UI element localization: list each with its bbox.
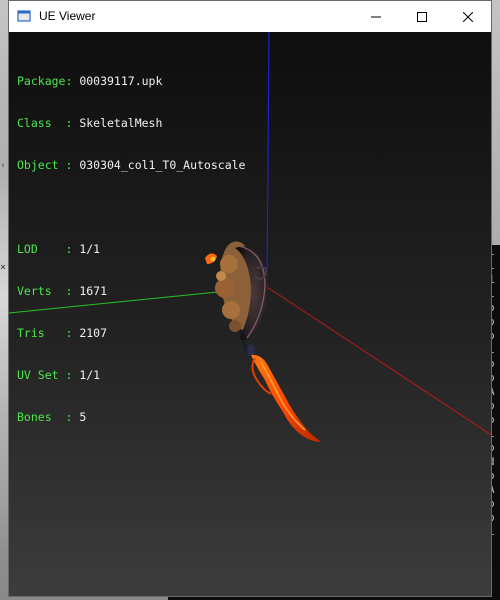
x-axis-line <box>266 286 491 436</box>
package-value: 00039117.upk <box>79 74 163 88</box>
object-value: 030304_col1_T0_Autoscale <box>79 158 246 172</box>
tris-value: 2107 <box>79 326 108 340</box>
desktop-artifact: × <box>0 262 7 273</box>
ue-viewer-window[interactable]: UE Viewer Package: 00039117.upk Class: … <box>8 0 492 597</box>
package-label: Package: <box>17 74 80 88</box>
bones-label: Bones : <box>17 410 80 424</box>
minimize-button[interactable] <box>353 1 399 32</box>
verts-value: 1671 <box>79 284 108 298</box>
mesh-flame-tassel <box>251 354 321 442</box>
title-bar[interactable]: UE Viewer <box>9 1 491 32</box>
uvset-value: 1/1 <box>79 368 101 382</box>
lod-label: LOD : <box>17 242 80 256</box>
uvset-label: UV Set : <box>17 368 80 382</box>
tris-label: Tris : <box>17 326 80 340</box>
desktop-artifact: ' <box>0 163 7 174</box>
window-title: UE Viewer <box>39 9 96 23</box>
mesh-info-overlay: Package: 00039117.upk Class : SkeletalMe… <box>17 46 245 452</box>
bones-value: 5 <box>79 410 87 424</box>
verts-label: Verts : <box>17 284 80 298</box>
maximize-button[interactable] <box>399 1 445 32</box>
close-icon <box>463 11 473 22</box>
object-label: Object : <box>17 158 80 172</box>
mesh-tassel-bead <box>247 344 255 356</box>
class-label: Class : <box>17 116 80 130</box>
minimize-icon <box>371 16 381 17</box>
class-value: SkeletalMesh <box>79 116 163 130</box>
app-icon <box>17 10 31 22</box>
maximize-icon <box>417 11 427 22</box>
3d-viewport[interactable]: Package: 00039117.upk Class : SkeletalMe… <box>9 32 491 596</box>
close-button[interactable] <box>445 1 491 32</box>
z-axis-line <box>266 32 270 288</box>
lod-value: 1/1 <box>79 242 101 256</box>
